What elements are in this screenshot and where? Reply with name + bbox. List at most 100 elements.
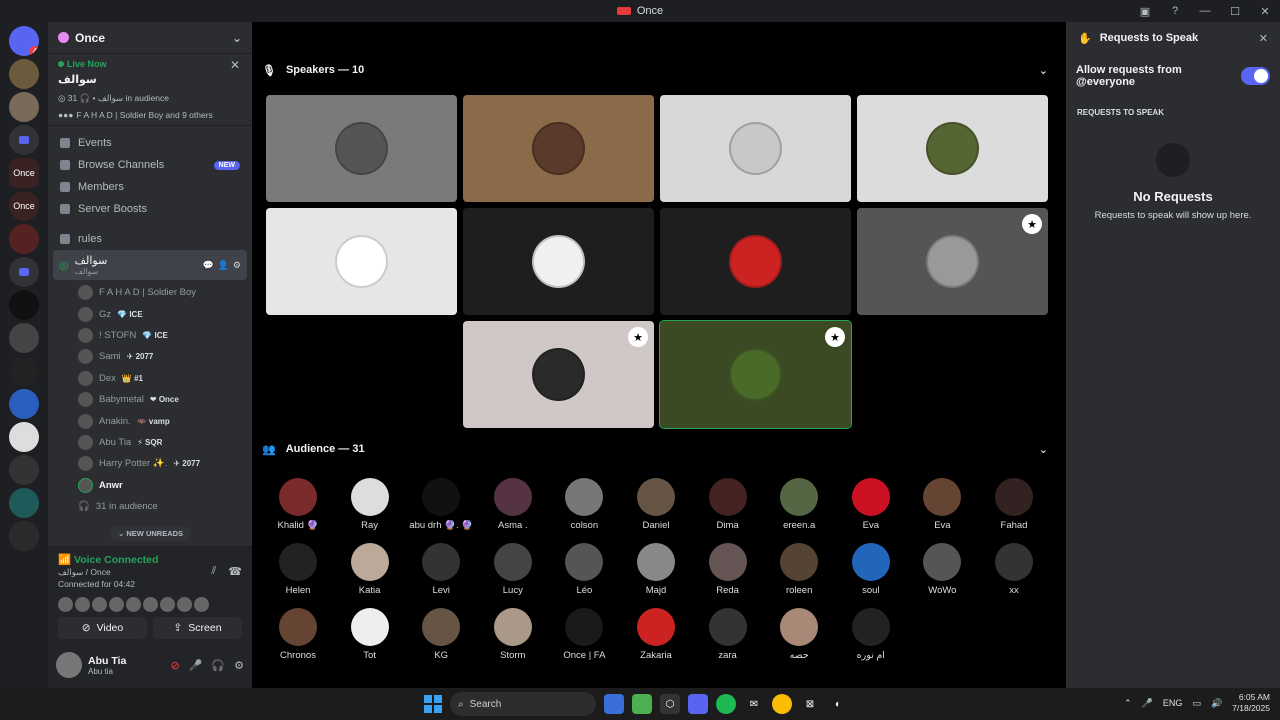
audience-member[interactable]: Chronos	[262, 608, 334, 661]
minecraft-icon[interactable]	[632, 694, 652, 714]
avatar[interactable]	[92, 597, 107, 612]
audience-member[interactable]: Zakaria	[620, 608, 692, 661]
screen-share-icon[interactable]: ▣	[1130, 5, 1160, 18]
avatar[interactable]	[160, 597, 175, 612]
nav-server-boosts[interactable]: Server Boosts	[48, 198, 252, 220]
voice-user[interactable]: Anakin. 🦇 vamp	[48, 410, 252, 431]
audience-member[interactable]: Katia	[334, 543, 406, 596]
mail-icon[interactable]: ✉	[744, 694, 764, 714]
avatar[interactable]	[56, 652, 82, 678]
channel-rules[interactable]: rules	[48, 228, 252, 250]
microphone-icon[interactable]: 🎤	[1142, 698, 1153, 709]
allow-requests-toggle[interactable]	[1240, 67, 1270, 85]
audience-member[interactable]: KG	[405, 608, 477, 661]
audience-member[interactable]: Eva	[835, 478, 907, 531]
server-icon[interactable]	[9, 422, 39, 452]
chevron-down-icon[interactable]: ⌄	[1039, 443, 1048, 456]
close-icon[interactable]: ✕	[230, 58, 240, 72]
new-unreads-pill[interactable]: ⌄ NEW UNREADS	[110, 526, 192, 541]
server-icon[interactable]	[9, 59, 39, 89]
microphone-icon[interactable]: 🎤	[189, 659, 203, 672]
nav-browse-channels[interactable]: Browse Channels NEW	[48, 154, 252, 176]
speaker-tile[interactable]	[660, 208, 851, 315]
network-icon[interactable]: ▭	[1192, 698, 1201, 709]
files-icon[interactable]	[604, 694, 624, 714]
spotify-icon[interactable]	[716, 694, 736, 714]
server-icon[interactable]	[9, 323, 39, 353]
minimize-button[interactable]: —	[1190, 5, 1220, 17]
server-icon[interactable]	[9, 290, 39, 320]
stage-channel[interactable]: ◎ سوالف سوالف 💬 👤 ⚙	[53, 250, 247, 280]
server-icon[interactable]	[9, 455, 39, 485]
chrome-icon[interactable]	[772, 694, 792, 714]
audience-member[interactable]: Helen	[262, 543, 334, 596]
live-now-card[interactable]: Live Now ✕ سوالف ◎ سوالف • 🎧 31 in audie…	[48, 54, 252, 126]
help-icon[interactable]: ?	[1160, 5, 1190, 17]
chevron-down-icon[interactable]: ⌄	[1039, 64, 1048, 77]
taskbar-search[interactable]: ⌕ Search	[450, 692, 596, 716]
invite-icon[interactable]: 👤	[218, 260, 229, 271]
video-button[interactable]: ⊘ Video	[58, 617, 147, 639]
audience-member[interactable]: Reda	[692, 543, 764, 596]
speaker-tile[interactable]	[463, 95, 654, 202]
voice-user[interactable]: F A H A D | Soldier Boy	[48, 282, 252, 303]
audience-member[interactable]: WoWo	[906, 543, 978, 596]
gear-icon[interactable]: ⚙	[234, 659, 244, 672]
close-window-button[interactable]: ✕	[1250, 5, 1280, 18]
voice-user[interactable]: Dex 👑 #1	[48, 368, 252, 389]
nav-members[interactable]: Members	[48, 176, 252, 198]
audience-member[interactable]: Storm	[477, 608, 549, 661]
audience-member[interactable]: roleen	[763, 543, 835, 596]
voice-user[interactable]: Abu Tia ⚡ SQR	[48, 432, 252, 453]
server-icon[interactable]: Once	[9, 191, 39, 221]
server-icon[interactable]	[9, 488, 39, 518]
windows-start-icon[interactable]	[424, 695, 442, 713]
server-icon[interactable]	[9, 521, 39, 551]
audience-member[interactable]: abu drh 🔮. 🔮	[405, 478, 477, 531]
speaker-tile[interactable]	[266, 95, 457, 202]
voice-user[interactable]: Harry Potter ✨. ✈ 2077	[48, 453, 252, 474]
audience-member[interactable]: Daniel	[620, 478, 692, 531]
speaker-tile[interactable]: ★	[463, 321, 654, 428]
screen-button[interactable]: ⇪ Screen	[153, 617, 242, 639]
voice-user[interactable]: Anwr	[48, 475, 252, 496]
speaker-tile[interactable]	[463, 208, 654, 315]
guild-header[interactable]: Once ⌄	[48, 22, 252, 54]
voice-user[interactable]: ! STOFN 💎 ICE	[48, 325, 252, 346]
speaker-tile[interactable]	[660, 95, 851, 202]
avatar[interactable]	[58, 597, 73, 612]
audience-member[interactable]: soul	[835, 543, 907, 596]
speaker-tile[interactable]: ★	[857, 208, 1048, 315]
server-icon[interactable]	[9, 356, 39, 386]
audience-member[interactable]: Tot	[334, 608, 406, 661]
avatar[interactable]	[75, 597, 90, 612]
speaker-tile[interactable]	[266, 208, 457, 315]
user-info[interactable]: Abu Tia Abu tia	[88, 655, 126, 676]
audience-member[interactable]: Ray	[334, 478, 406, 531]
audience-member[interactable]: Once | FA	[548, 608, 620, 661]
avatar[interactable]	[194, 597, 209, 612]
audience-member[interactable]: Lucy	[477, 543, 549, 596]
camera-off-icon[interactable]: ⊘	[171, 659, 180, 672]
chevron-down-icon[interactable]: ⌄	[232, 31, 242, 45]
audience-member[interactable]: ام نوره	[835, 608, 907, 661]
nav-events[interactable]: Events	[48, 132, 252, 154]
audience-member[interactable]: xx	[978, 543, 1050, 596]
avatar[interactable]	[109, 597, 124, 612]
server-icon[interactable]	[9, 224, 39, 254]
audience-member[interactable]: Majd	[620, 543, 692, 596]
audience-header[interactable]: 👥 Audience — 31 ⌄	[262, 439, 1048, 459]
audience-member[interactable]: Dima	[692, 478, 764, 531]
server-icon[interactable]	[9, 389, 39, 419]
audience-member[interactable]: Levi	[405, 543, 477, 596]
disconnect-icon[interactable]: ☎	[228, 565, 242, 578]
clock[interactable]: 6:05 AM 7/18/2025	[1232, 692, 1270, 714]
audience-member[interactable]: Léo	[548, 543, 620, 596]
maximize-button[interactable]: ☐	[1220, 5, 1250, 18]
server-icon[interactable]	[9, 125, 39, 155]
avatar[interactable]	[143, 597, 158, 612]
audience-member[interactable]: حصه	[763, 608, 835, 661]
voice-user[interactable]: Sami ✈ 2077	[48, 346, 252, 367]
audience-member[interactable]: Eva	[906, 478, 978, 531]
language-indicator[interactable]: ENG	[1163, 698, 1183, 708]
